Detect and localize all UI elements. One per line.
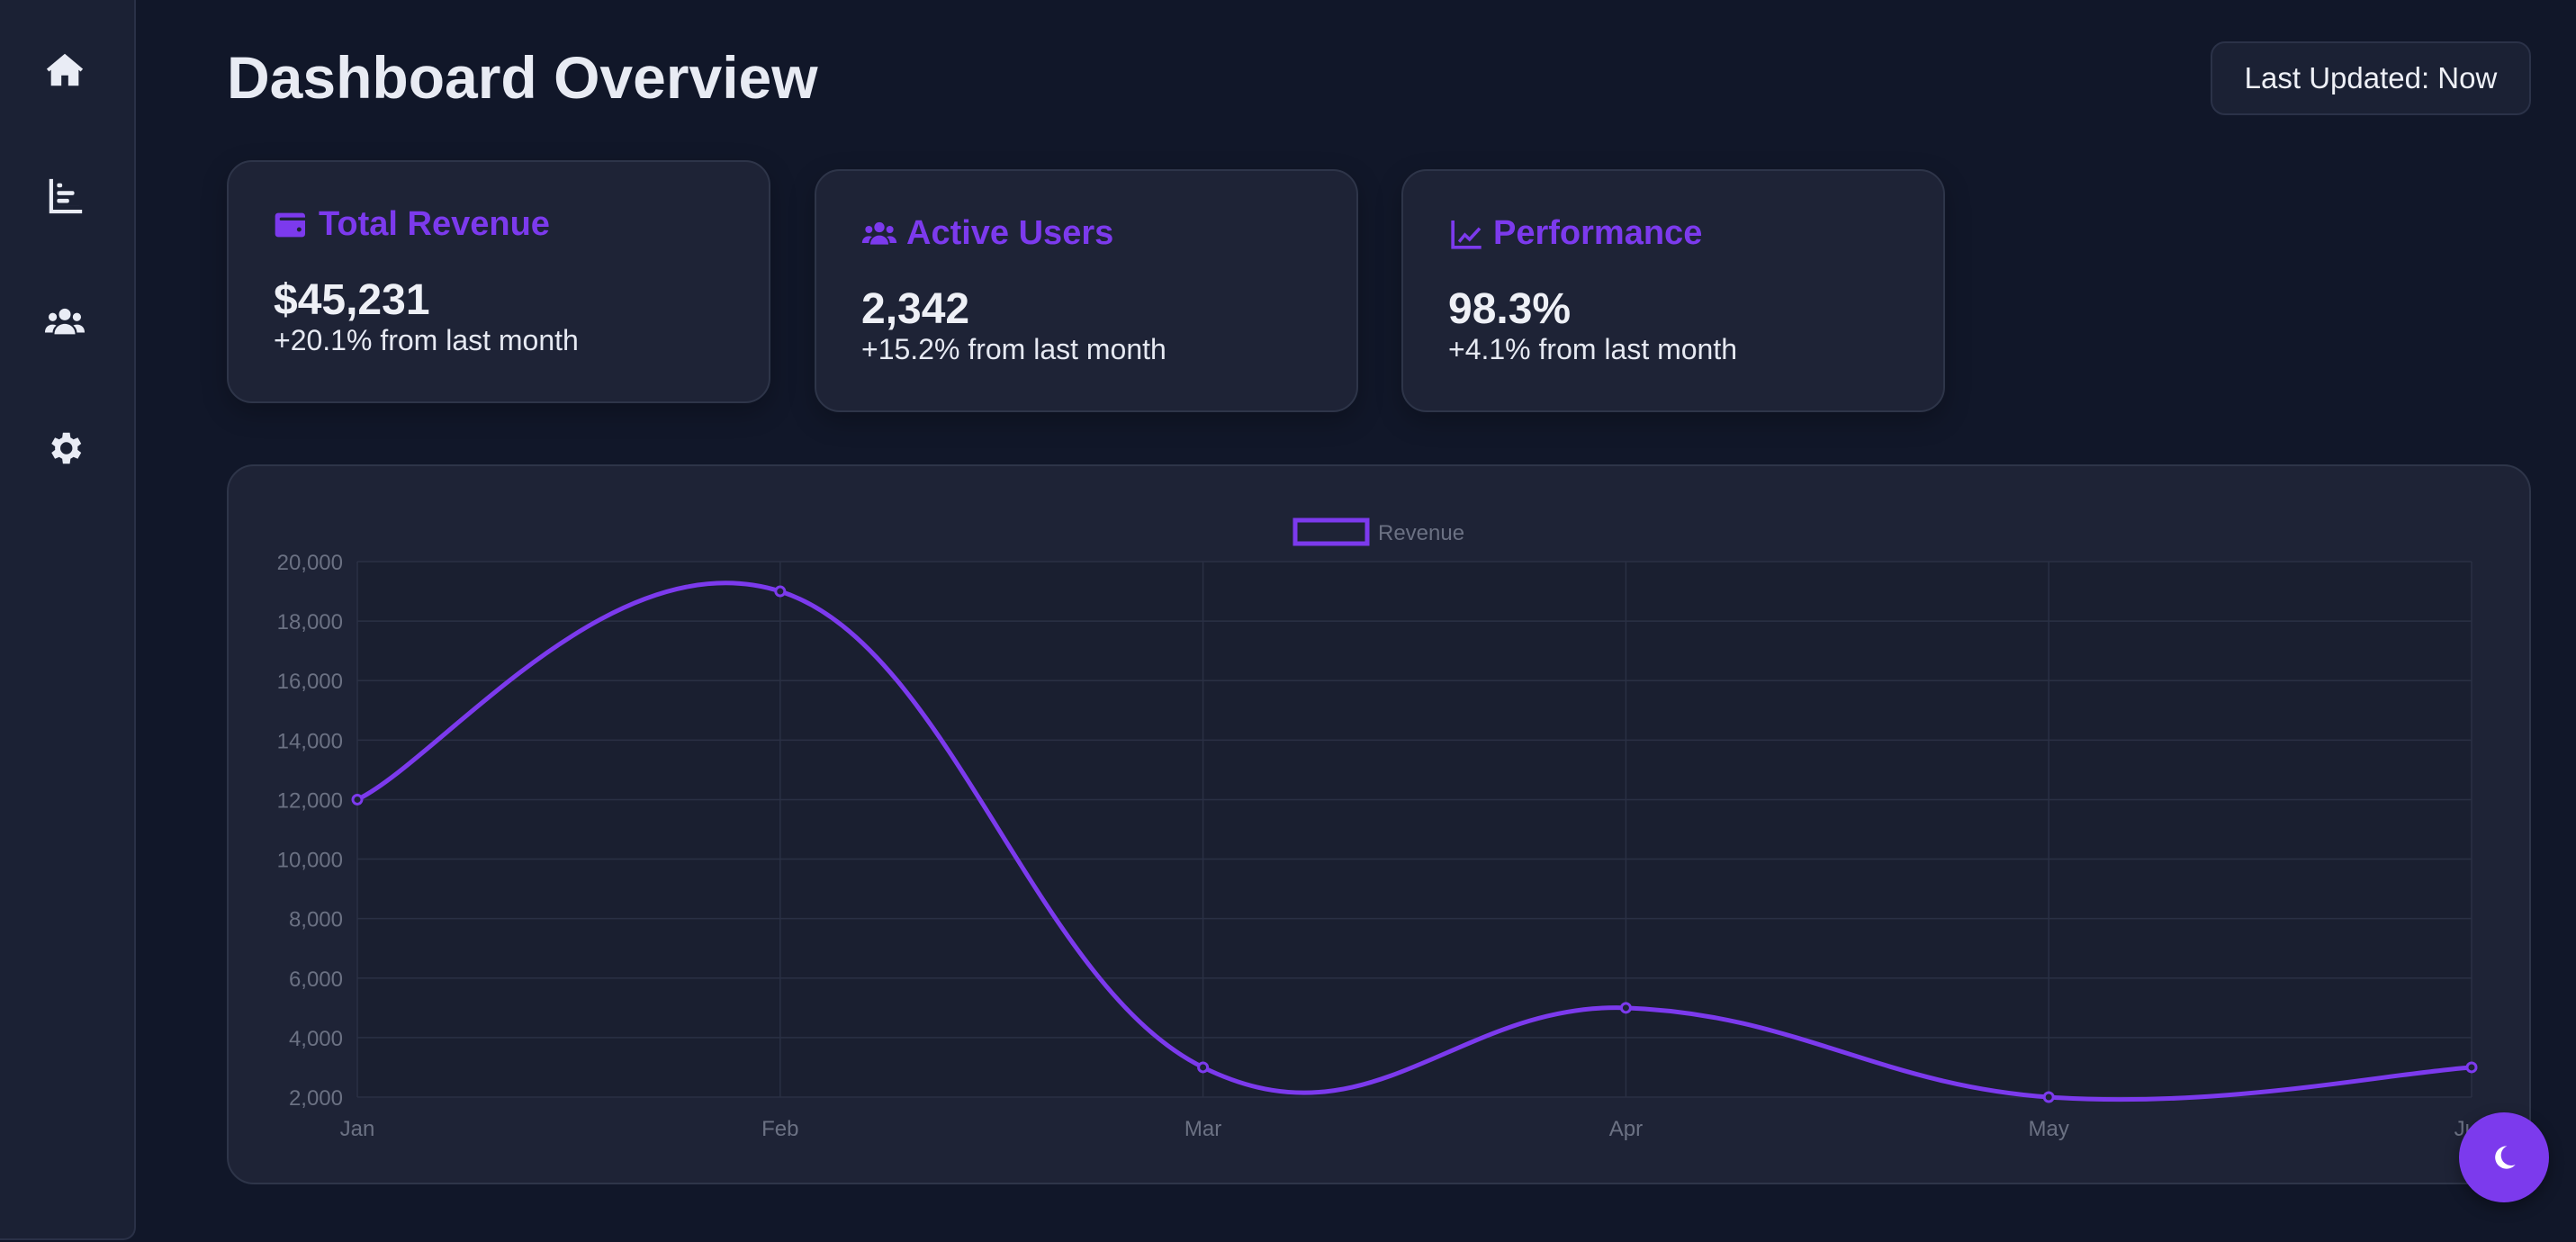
- nav-home[interactable]: [36, 41, 94, 99]
- nav-analytics[interactable]: [36, 167, 94, 225]
- y-tick-label: 8,000: [289, 908, 343, 932]
- y-tick-label: 20,000: [277, 551, 343, 575]
- y-tick-label: 10,000: [277, 849, 343, 873]
- legend-label: Revenue: [1378, 521, 1464, 545]
- users-icon: [44, 308, 86, 335]
- y-tick-label: 2,000: [289, 1086, 343, 1111]
- card-title: Total Revenue: [319, 205, 550, 243]
- card-change: +4.1% from last month: [1448, 333, 1738, 365]
- data-point: [2042, 1091, 2055, 1103]
- revenue-line-chart: 20,000 18,000 16,000 14,000 12,000 10,000 8,00…: [277, 518, 2489, 1141]
- y-tick-label: 16,000: [277, 670, 343, 694]
- card-value: 2,342: [861, 285, 970, 333]
- plot-area: [357, 562, 2472, 1097]
- nav-users[interactable]: [36, 293, 94, 351]
- card-title: Active Users: [906, 214, 1114, 252]
- data-point: [1197, 1061, 1210, 1074]
- x-tick-label: Jan: [340, 1117, 375, 1141]
- chart-line-icon: [1451, 220, 1482, 249]
- card-title: Performance: [1493, 214, 1703, 252]
- x-tick-label: Feb: [761, 1117, 798, 1141]
- nav-settings[interactable]: [36, 419, 94, 477]
- y-tick-label: 4,000: [289, 1027, 343, 1051]
- stat-card-active-users: Active Users 2,342 +15.2% from last mont…: [815, 169, 1358, 412]
- revenue-chart-panel: 20,000 18,000 16,000 14,000 12,000 10,000 8,00…: [227, 464, 2531, 1184]
- card-value: $45,231: [274, 276, 430, 324]
- stat-card-performance: Performance 98.3% +4.1% from last month: [1401, 169, 1945, 412]
- card-header: Active Users: [861, 214, 1113, 253]
- card-value: 98.3%: [1448, 285, 1572, 333]
- x-tick-label: Apr: [1609, 1117, 1643, 1141]
- x-tick-label: May: [2029, 1117, 2069, 1141]
- y-tick-label: 18,000: [277, 610, 343, 634]
- data-point: [351, 793, 364, 806]
- data-point: [774, 585, 787, 598]
- y-tick-label: 12,000: [277, 788, 343, 813]
- legend-swatch: [1293, 518, 1370, 546]
- chart-bar-icon: [49, 178, 83, 214]
- card-change: +15.2% from last month: [861, 333, 1166, 365]
- moon-icon: [2495, 1146, 2516, 1169]
- y-tick-label: 14,000: [277, 729, 343, 753]
- wallet-icon: [275, 212, 305, 237]
- home-icon: [46, 53, 84, 86]
- users-icon: [861, 221, 897, 245]
- card-header: Performance: [1448, 214, 1702, 253]
- stat-card-revenue: Total Revenue $45,231 +20.1% from last m…: [227, 160, 770, 403]
- theme-toggle-button[interactable]: [2459, 1112, 2549, 1202]
- card-header: Total Revenue: [274, 205, 550, 244]
- y-tick-label: 6,000: [289, 968, 343, 992]
- data-point: [1619, 1002, 1632, 1014]
- x-tick-label: Mar: [1184, 1117, 1221, 1141]
- page-title: Dashboard Overview: [227, 44, 818, 111]
- card-change: +20.1% from last month: [274, 324, 579, 356]
- data-point: [2465, 1061, 2478, 1074]
- last-updated-button[interactable]: Last Updated: Now: [2211, 41, 2531, 115]
- sidebar: [0, 0, 136, 1240]
- gear-icon: [51, 432, 82, 464]
